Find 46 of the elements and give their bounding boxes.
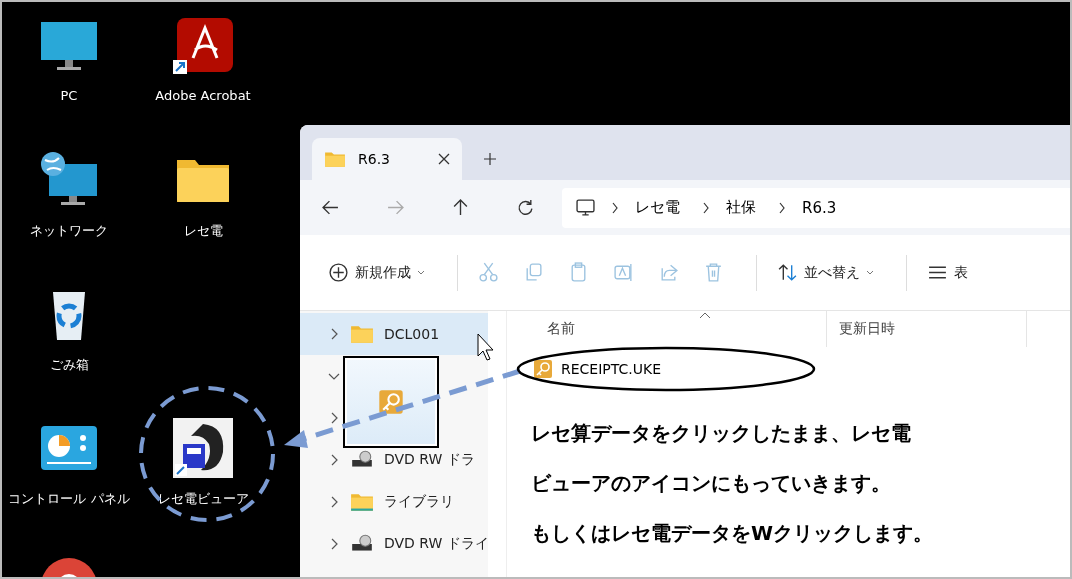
breadcrumb-item[interactable]: R6.3: [802, 198, 837, 217]
folder-icon: [324, 150, 346, 168]
chevron-icon[interactable]: [702, 201, 710, 214]
arrow-icon[interactable]: [322, 199, 339, 216]
disc-drive-icon: [350, 534, 374, 554]
add-icon: [328, 262, 349, 283]
desktop-icon-label[interactable]: レセ電ビューア: [157, 490, 249, 508]
sort-icon: [777, 262, 798, 283]
breadcrumb-item[interactable]: 社保: [726, 198, 756, 217]
sort-caret-icon: [699, 311, 711, 319]
sort-button[interactable]: 並べ替え: [771, 256, 892, 289]
column-header[interactable]: 名前: [507, 311, 827, 347]
new-tab-icon[interactable]: [484, 153, 496, 165]
disc-drive-icon: [350, 450, 374, 470]
view-button[interactable]: 表: [921, 256, 986, 289]
folder-icon: [350, 324, 374, 344]
key-file-icon: [378, 389, 404, 415]
mouse-pointer-icon: [477, 333, 494, 361]
arrow-icon[interactable]: [452, 199, 469, 216]
breadcrumb-item[interactable]: レセ電: [635, 198, 680, 217]
chevron-icon[interactable]: [778, 201, 786, 214]
desktop-icon-label[interactable]: PC: [60, 88, 78, 103]
monitor-icon: [576, 199, 595, 216]
column-header[interactable]: 更新日時: [827, 311, 1027, 347]
desktop-icon-label[interactable]: レセ電: [183, 222, 223, 240]
new-button[interactable]: 新規作成: [322, 256, 443, 289]
nav-pane-item[interactable]: DVD RW ドラ: [328, 449, 475, 471]
file-item[interactable]: RECEIPTC.UKE: [533, 359, 661, 379]
folder-icon: [350, 492, 374, 512]
nav-pane-item[interactable]: DVD RW ドライ: [328, 533, 489, 555]
address-bar[interactable]: レセ電 社保 R6.3: [562, 187, 1070, 228]
nav-pane-item[interactable]: DCL001: [328, 323, 440, 345]
chevron-icon[interactable]: [611, 201, 619, 214]
instruction-text: レセ算データをクリックしたまま、レセ電: [531, 420, 912, 447]
desktop-icon-label[interactable]: Adobe Acrobat: [155, 88, 251, 103]
key-file-icon: [533, 359, 553, 379]
desktop-icon-label[interactable]: ネットワーク: [30, 222, 108, 240]
nav-pane-item[interactable]: ライブラリ: [328, 491, 454, 513]
close-icon[interactable]: [438, 153, 450, 165]
instruction-text: もしくはレセ電データをWクリックします。: [531, 520, 935, 547]
refresh-icon[interactable]: [517, 199, 534, 216]
desktop-icon-label[interactable]: コントロール パネル: [8, 490, 130, 508]
pdf-app-icon[interactable]: [173, 16, 233, 76]
folder-tab[interactable]: R6.3: [312, 138, 462, 180]
desktop-icon-label[interactable]: ごみ箱: [49, 356, 89, 374]
instruction-text: ビューアのアイコンにもっていきます。: [531, 470, 892, 497]
